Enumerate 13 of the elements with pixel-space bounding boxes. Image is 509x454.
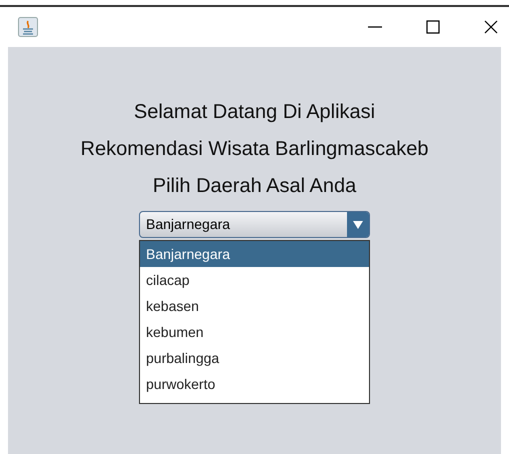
dropdown-option[interactable]: kebasen [140,293,369,319]
region-dropdown[interactable]: Banjarnegara [139,211,370,238]
dropdown-option[interactable]: Banjarnegara [140,241,369,267]
close-icon[interactable] [483,19,499,35]
heading-text: Pilih Daerah Asal Anda [152,174,356,199]
maximize-icon[interactable] [425,19,441,35]
dropdown-option[interactable]: cilacap [140,267,369,293]
java-app-icon [18,17,38,37]
heading-text: Rekomendasi Wisata Barlingmascakeb [80,137,428,162]
heading-text: Selamat Datang Di Aplikasi [134,100,376,125]
dropdown-option[interactable]: purwokerto [140,371,369,397]
dropdown-option[interactable]: purbalingga [140,345,369,371]
dropdown-option[interactable]: kebumen [140,319,369,345]
